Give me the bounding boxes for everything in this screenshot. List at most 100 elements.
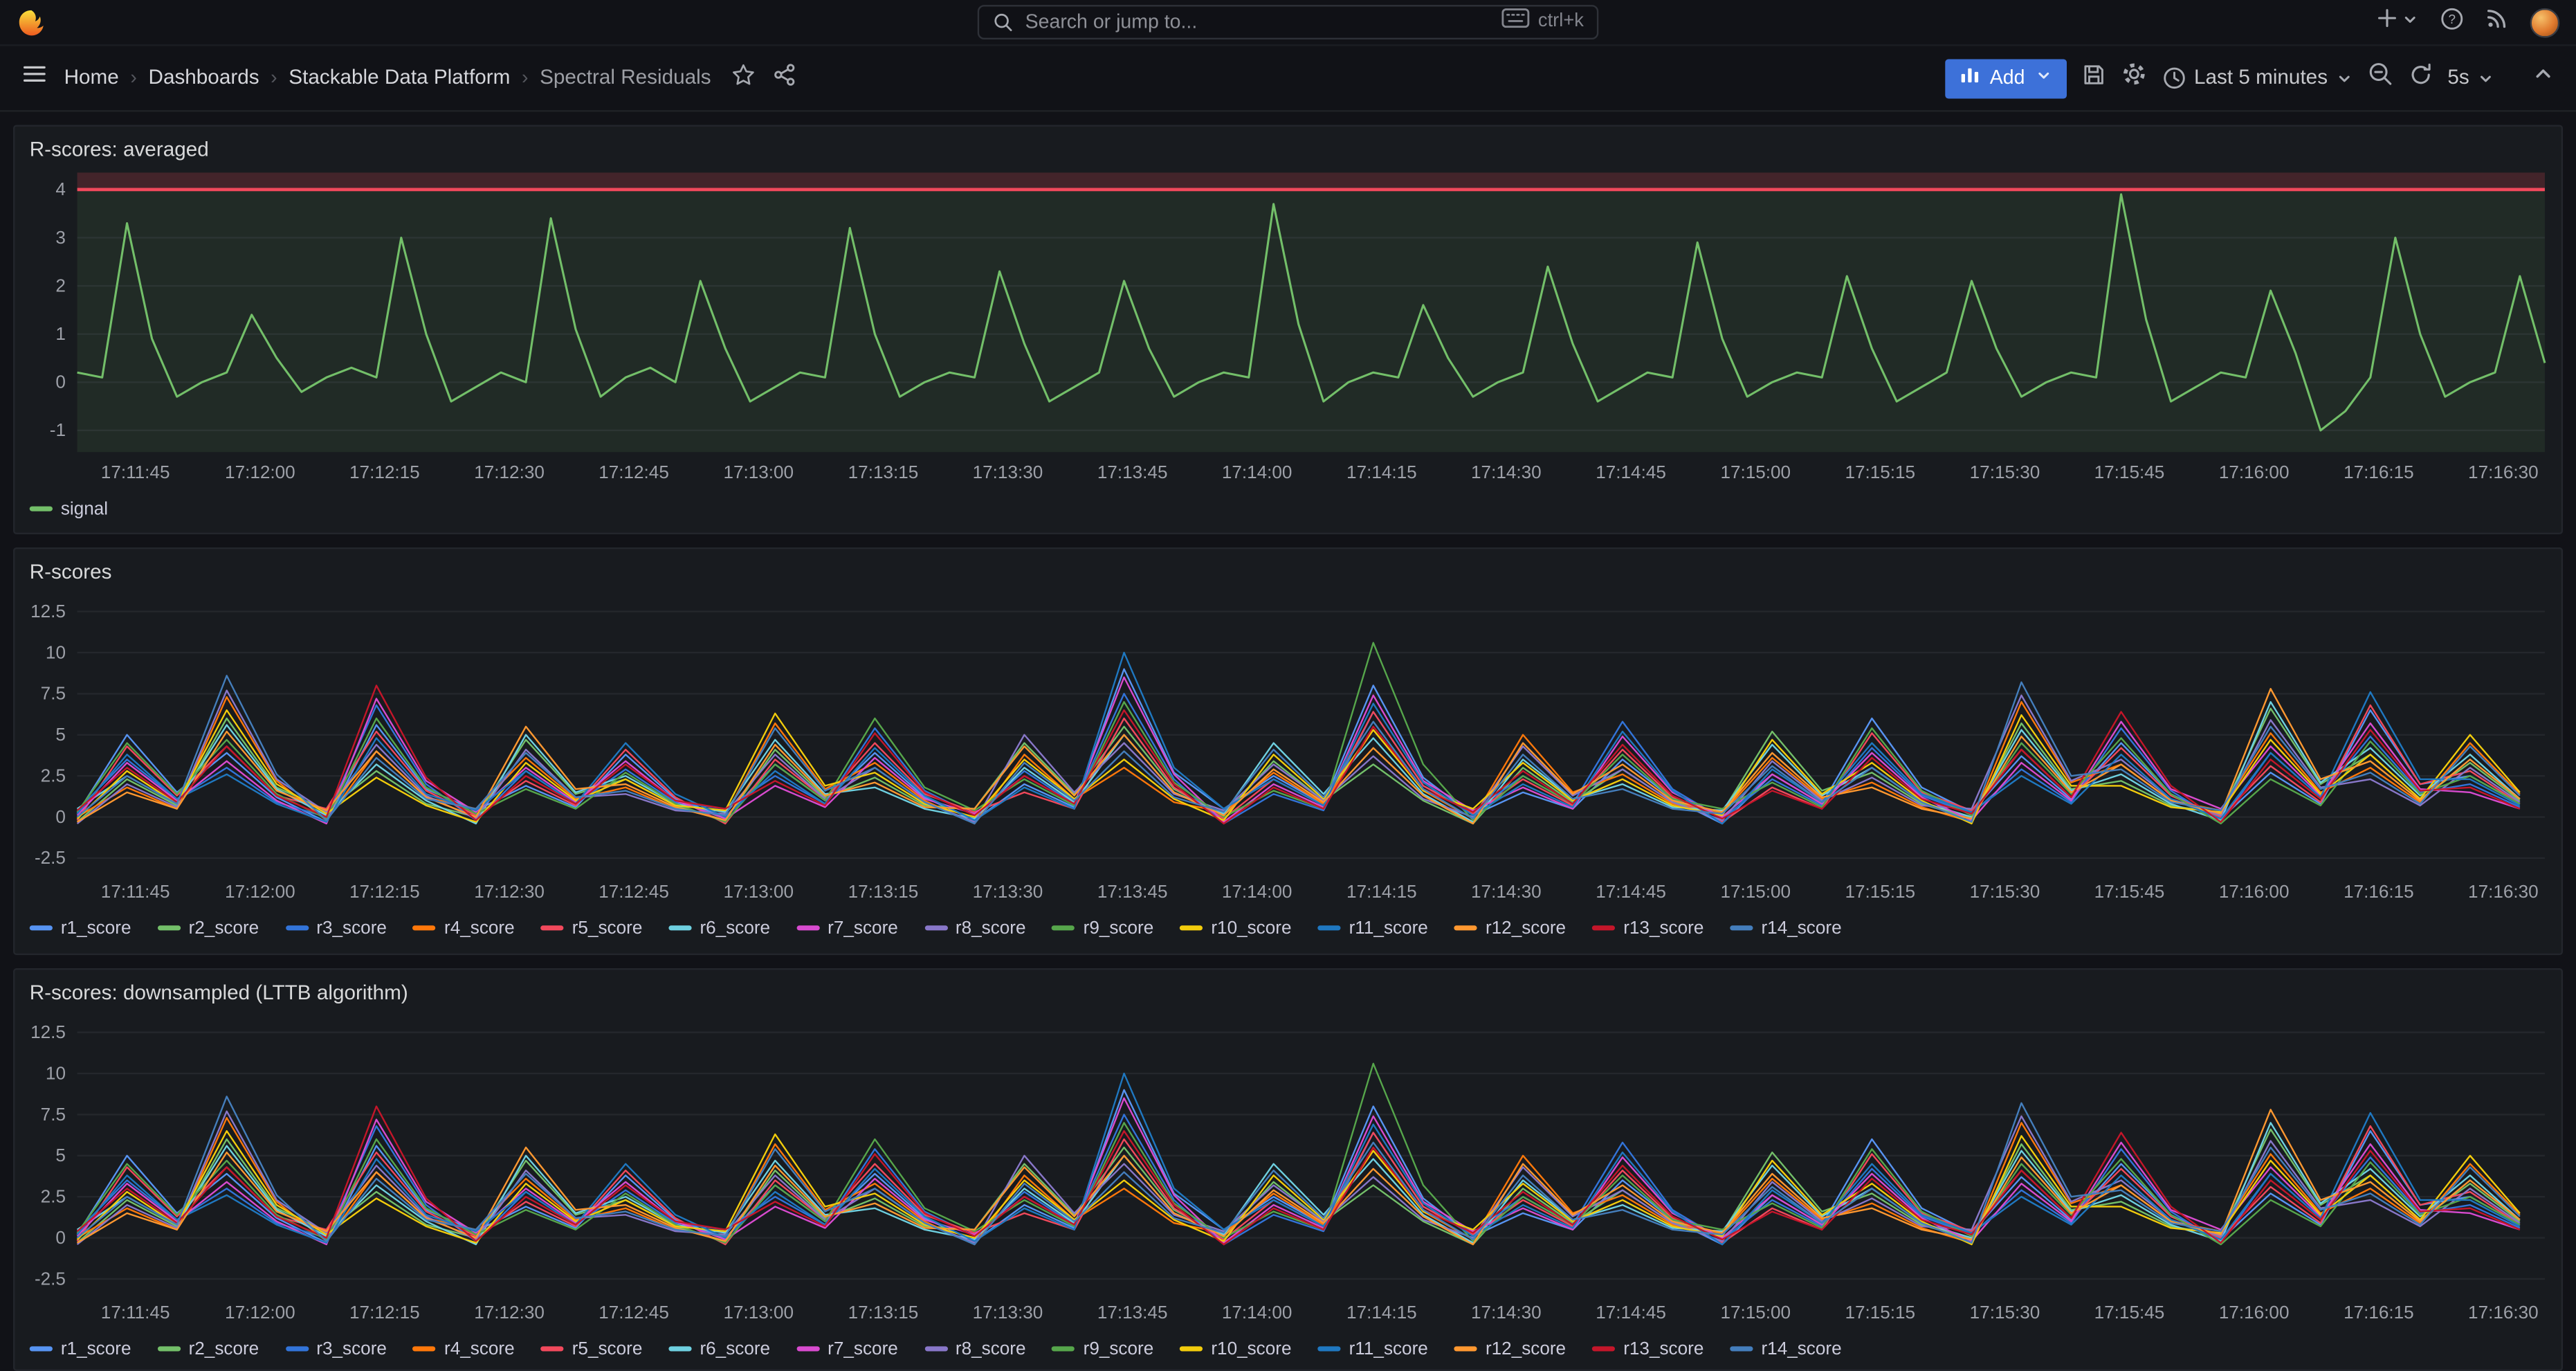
panel-r-scores-downsampled: R-scores: downsampled (LTTB algorithm) 1…: [13, 968, 2563, 1371]
legend-item-r8_score[interactable]: r8_score: [924, 917, 1026, 941]
legend-item-r7_score[interactable]: r7_score: [796, 917, 898, 941]
x-tick-label: 17:15:45: [2094, 1302, 2165, 1323]
x-tick-label: 17:13:15: [848, 462, 919, 482]
time-series-plot[interactable]: 12.5107.552.50-2.517:11:4517:12:0017:12:…: [25, 592, 2555, 914]
search-input[interactable]: Search or jump to... ctrl+k: [978, 5, 1599, 39]
legend-item-r10_score[interactable]: r10_score: [1180, 1338, 1291, 1361]
x-tick-label: 17:16:30: [2468, 881, 2539, 902]
x-tick-label: 17:15:00: [1720, 1302, 1791, 1323]
legend-marker: [1317, 1347, 1340, 1352]
legend-item-r13_score[interactable]: r13_score: [1592, 1338, 1703, 1361]
grafana-dashboard: Search or jump to... ctrl+k ?: [0, 0, 2576, 1371]
zoom-out-button[interactable]: [2367, 62, 2393, 95]
y-tick-label: 3: [55, 227, 66, 248]
legend-item-r2_score[interactable]: r2_score: [157, 1338, 259, 1361]
menu-button[interactable]: [21, 62, 48, 95]
dashboard-toolbar: Home›Dashboards›Stackable Data Platform›…: [0, 46, 2576, 112]
x-tick-label: 17:13:00: [723, 1302, 794, 1323]
help-button[interactable]: ?: [2440, 6, 2465, 38]
add-panel-button[interactable]: Add: [1946, 58, 2066, 98]
x-tick-label: 17:15:45: [2094, 462, 2165, 482]
breadcrumb-item[interactable]: Spectral Residuals: [540, 65, 711, 92]
refresh-interval-picker[interactable]: 5s: [2447, 65, 2494, 92]
legend-item-r14_score[interactable]: r14_score: [1730, 1338, 1841, 1361]
panel-title[interactable]: R-scores: [25, 559, 2552, 589]
breadcrumb: Home›Dashboards›Stackable Data Platform›…: [64, 65, 711, 92]
legend-label: r6_score: [700, 1338, 770, 1361]
x-tick-label: 17:13:15: [848, 1302, 919, 1323]
legend-item-r3_score[interactable]: r3_score: [285, 917, 387, 941]
grafana-logo-icon[interactable]: [17, 8, 46, 37]
legend-label: r8_score: [956, 917, 1026, 941]
legend-item-r11_score[interactable]: r11_score: [1317, 1338, 1427, 1361]
add-button-label: Add: [1990, 65, 2025, 91]
legend-item-r12_score[interactable]: r12_score: [1454, 1338, 1566, 1361]
x-tick-label: 17:16:15: [2344, 462, 2414, 482]
x-tick-label: 17:15:00: [1720, 462, 1791, 482]
legend-item-r2_score[interactable]: r2_score: [157, 917, 259, 941]
x-tick-label: 17:14:30: [1471, 462, 1542, 482]
legend-item-r5_score[interactable]: r5_score: [541, 917, 643, 941]
legend-item-r5_score[interactable]: r5_score: [541, 1338, 643, 1361]
legend-item-r8_score[interactable]: r8_score: [924, 1338, 1026, 1361]
legend-item-r4_score[interactable]: r4_score: [413, 1338, 515, 1361]
series-r6_score: [77, 1123, 2520, 1244]
legend-item-r3_score[interactable]: r3_score: [285, 1338, 387, 1361]
legend-item-signal[interactable]: signal: [30, 498, 108, 521]
breadcrumb-item[interactable]: Dashboards: [149, 65, 259, 92]
user-avatar[interactable]: [2530, 8, 2560, 37]
new-menu-button[interactable]: [2375, 7, 2418, 37]
share-button[interactable]: [771, 62, 796, 94]
legend-item-r14_score[interactable]: r14_score: [1730, 917, 1841, 941]
x-tick-label: 17:13:15: [848, 881, 919, 902]
legend-marker: [796, 926, 819, 931]
y-tick-label: 4: [55, 179, 66, 199]
legend-item-r10_score[interactable]: r10_score: [1180, 917, 1291, 941]
dashboard-settings-button[interactable]: [2120, 62, 2146, 95]
legend-item-r4_score[interactable]: r4_score: [413, 917, 515, 941]
time-series-plot[interactable]: 12.5107.552.50-2.517:11:4517:12:0017:12:…: [25, 1013, 2555, 1335]
legend-label: r7_score: [828, 1338, 898, 1361]
legend-label: r1_score: [61, 1338, 131, 1361]
save-dashboard-button[interactable]: [2081, 62, 2105, 94]
y-tick-label: 0: [55, 1227, 66, 1248]
panel-title[interactable]: R-scores: downsampled (LTTB algorithm): [25, 980, 2552, 1010]
legend-item-r1_score[interactable]: r1_score: [30, 1338, 131, 1361]
svg-text:?: ?: [2449, 12, 2456, 27]
panel-title[interactable]: R-scores: averaged: [25, 136, 2552, 166]
time-range-picker[interactable]: Last 5 minutes: [2162, 65, 2353, 92]
legend-item-r6_score[interactable]: r6_score: [668, 917, 770, 941]
legend-item-r9_score[interactable]: r9_score: [1052, 917, 1154, 941]
help-icon: ?: [2440, 6, 2465, 38]
time-series-plot[interactable]: 43210-117:11:4517:12:0017:12:1517:12:301…: [25, 170, 2555, 495]
news-button[interactable]: [2485, 7, 2508, 37]
breadcrumb-item[interactable]: Stackable Data Platform: [289, 65, 510, 92]
x-tick-label: 17:13:30: [973, 881, 1043, 902]
x-tick-label: 17:14:15: [1346, 881, 1417, 902]
legend-label: r12_score: [1486, 917, 1566, 941]
search-shortcut: ctrl+k: [1502, 8, 1584, 36]
legend-item-r13_score[interactable]: r13_score: [1592, 917, 1703, 941]
legend-marker: [668, 926, 691, 931]
legend-item-r6_score[interactable]: r6_score: [668, 1338, 770, 1361]
legend-item-r1_score[interactable]: r1_score: [30, 917, 131, 941]
y-tick-label: 7.5: [41, 683, 66, 704]
refresh-button[interactable]: [2408, 62, 2433, 94]
plus-icon: [2375, 7, 2398, 37]
gear-icon: [2120, 62, 2146, 95]
legend-marker: [30, 1347, 53, 1352]
breadcrumb-item[interactable]: Home: [64, 65, 119, 92]
legend-item-r7_score[interactable]: r7_score: [796, 1338, 898, 1361]
legend-item-r11_score[interactable]: r11_score: [1317, 917, 1427, 941]
x-tick-label: 17:12:45: [599, 1302, 669, 1323]
legend-label: r4_score: [444, 917, 515, 941]
legend-item-r9_score[interactable]: r9_score: [1052, 1338, 1154, 1361]
legend-label: r5_score: [572, 917, 643, 941]
series-r10_score: [77, 710, 2520, 824]
y-tick-label: 1: [55, 323, 66, 344]
x-tick-label: 17:12:30: [474, 462, 545, 482]
collapse-toolbar-button[interactable]: [2532, 63, 2555, 93]
legend-label: r2_score: [189, 917, 259, 941]
favorite-button[interactable]: [731, 62, 756, 94]
legend-item-r12_score[interactable]: r12_score: [1454, 917, 1566, 941]
